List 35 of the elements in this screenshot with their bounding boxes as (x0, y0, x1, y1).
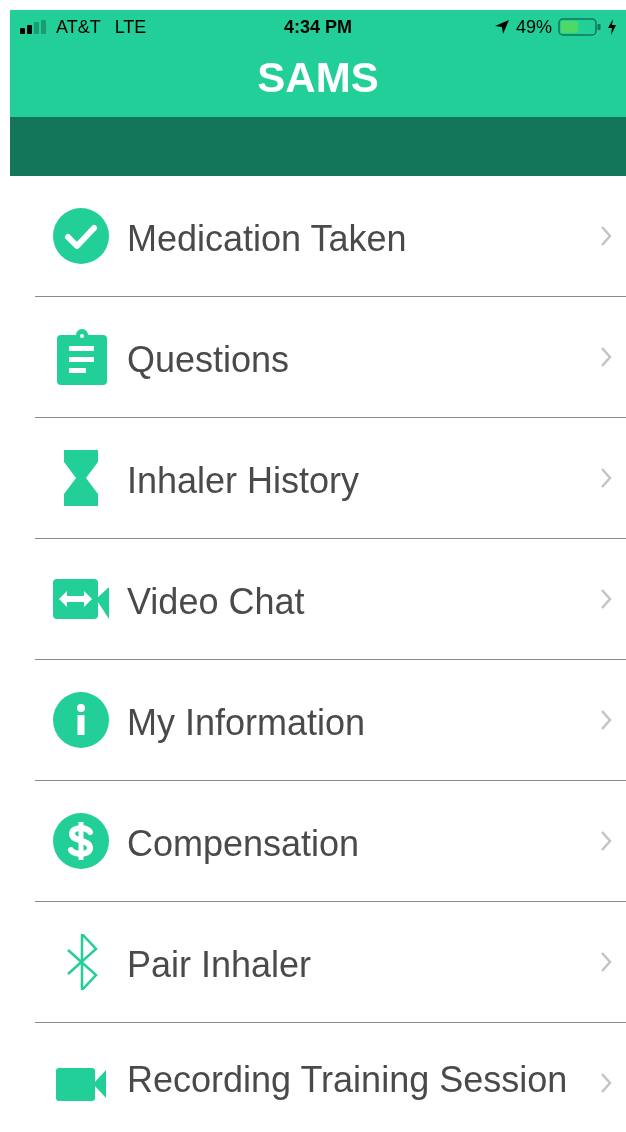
location-arrow-icon (493, 19, 510, 35)
battery-percent: 49% (515, 15, 552, 39)
chevron-icon (600, 588, 612, 610)
menu-item[interactable]: Recording Training Session (10, 1023, 626, 1132)
chevron-icon (600, 951, 612, 973)
menu-label: Inhaler History (127, 459, 361, 503)
clock-time: 4:34 PM (284, 15, 352, 39)
menu-label: My Information (127, 701, 367, 745)
menu-label: Recording Training Session (127, 1058, 569, 1102)
app-title: SAMS (257, 56, 379, 99)
menu-item[interactable]: Medication Taken (10, 176, 626, 296)
menu-item[interactable]: Inhaler History (10, 418, 626, 538)
network-text: LTE (114, 15, 147, 39)
charging-bolt-icon (608, 19, 616, 35)
chevron-icon (600, 709, 612, 731)
menu-item[interactable]: My Information (10, 660, 626, 780)
chevron-icon (600, 346, 612, 368)
chevron-icon (600, 467, 612, 489)
carrier-text: AT&T (56, 15, 101, 39)
menu-label: Pair Inhaler (127, 943, 313, 987)
menu-label: Video Chat (127, 580, 306, 624)
check-circle-icon (53, 208, 109, 264)
chevron-icon (600, 830, 612, 852)
info-icon (53, 692, 109, 748)
menu-label: Compensation (127, 822, 361, 866)
menu-label: Medication Taken (127, 217, 408, 261)
chevron-icon (600, 1072, 612, 1094)
dollar-circle-icon (53, 813, 109, 869)
battery-icon (558, 18, 602, 36)
chevron-icon (600, 225, 612, 247)
menu-item[interactable]: Pair Inhaler (10, 902, 626, 1022)
menu-item[interactable]: Video Chat (10, 539, 626, 659)
menu-item[interactable]: Questions (10, 297, 626, 417)
menu-label: Questions (127, 338, 291, 382)
menu-item[interactable]: Compensation (10, 781, 626, 901)
